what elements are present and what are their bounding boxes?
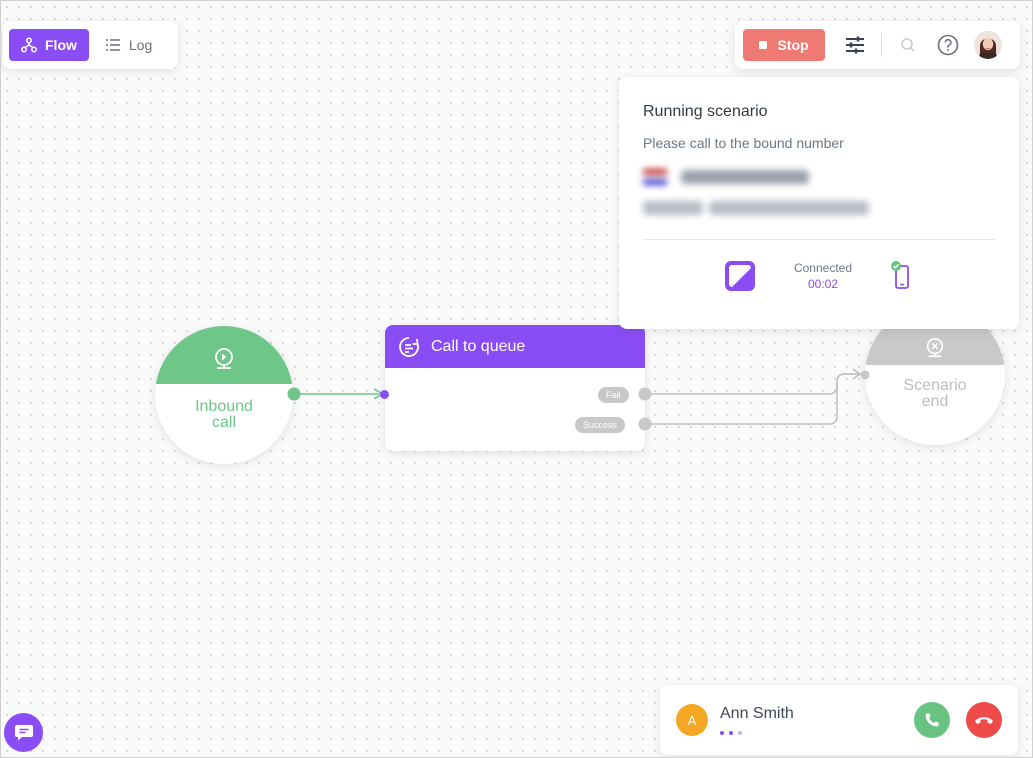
caller-avatar: A — [676, 704, 708, 736]
queue-node-header: Call to queue — [385, 325, 645, 368]
tab-flow-label: Flow — [45, 37, 77, 53]
help-icon[interactable] — [928, 29, 968, 61]
panel-title: Running scenario — [643, 103, 768, 120]
panel-subtitle: Please call to the bound number — [643, 135, 844, 151]
view-tabs: Flow Log — [3, 21, 178, 69]
queue-node-title: Call to queue — [431, 337, 526, 355]
inbound-node-label: Inbound call — [195, 398, 253, 431]
chat-support-button[interactable] — [4, 713, 43, 752]
flow-icon — [21, 37, 37, 53]
tab-log[interactable]: Log — [93, 29, 164, 61]
user-avatar[interactable] — [974, 31, 1002, 59]
play-circle-icon — [215, 348, 233, 369]
inbound-output-port[interactable] — [287, 387, 301, 401]
connection-status: Connected 00:02 — [643, 260, 995, 292]
call-to-queue-node[interactable]: Call to queue Fail Success — [385, 325, 645, 451]
phone-icon — [925, 713, 939, 727]
ringing-indicator — [720, 731, 794, 735]
edge-success-to-end — [645, 373, 859, 425]
caller-info: Ann Smith — [708, 705, 794, 735]
fail-output-port[interactable] — [638, 387, 652, 401]
chat-icon — [14, 724, 33, 740]
phone-connected-icon — [891, 261, 909, 289]
search-icon[interactable] — [888, 29, 928, 61]
toolbar-divider — [881, 33, 882, 57]
edge-fail-to-end — [645, 373, 859, 395]
stop-button-label: Stop — [777, 37, 809, 53]
panel-divider — [643, 239, 995, 240]
incoming-call-widget: A Ann Smith — [660, 685, 1018, 755]
output-fail-label: Fail — [598, 387, 629, 403]
hang-up-icon — [975, 717, 993, 724]
queue-chat-icon — [399, 336, 419, 357]
close-circle-icon — [926, 338, 944, 358]
redacted-phone-number — [643, 169, 995, 185]
end-input-port[interactable] — [860, 370, 870, 380]
tab-flow[interactable]: Flow — [9, 29, 89, 61]
success-output-port[interactable] — [638, 417, 652, 431]
status-label: Connected — [793, 261, 853, 275]
accept-call-button[interactable] — [914, 702, 950, 738]
end-node-label: Scenario end — [903, 377, 967, 410]
redacted-number-details — [643, 201, 995, 215]
output-success-label: Success — [575, 417, 626, 433]
decline-call-button[interactable] — [966, 702, 1002, 738]
running-scenario-panel: Running scenario Please call to the boun… — [619, 77, 1019, 329]
queue-input-port[interactable] — [379, 389, 390, 400]
stop-button[interactable]: Stop — [743, 29, 825, 61]
flow-canvas[interactable]: Inbound call Call to queue Fail Success … — [0, 0, 1033, 758]
top-toolbar: Stop — [735, 21, 1020, 69]
scenario-app-icon — [724, 261, 755, 291]
country-flag-icon — [643, 169, 667, 185]
inbound-node-header — [155, 326, 293, 384]
settings-sliders-icon[interactable] — [835, 29, 875, 61]
stop-icon — [759, 41, 768, 49]
list-icon — [105, 39, 120, 51]
inbound-call-node[interactable]: Inbound call — [155, 326, 293, 464]
tab-log-label: Log — [128, 37, 153, 53]
caller-name: Ann Smith — [720, 705, 794, 722]
status-info: Connected 00:02 — [794, 261, 852, 291]
call-duration: 00:02 — [807, 277, 838, 291]
